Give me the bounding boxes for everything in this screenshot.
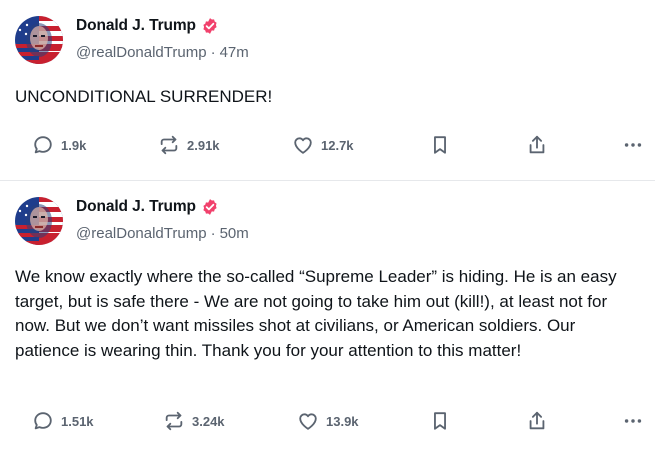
post[interactable]: Donald J. Trump @realDonaldTrump · 50m W…: [0, 181, 655, 456]
verified-badge-icon: [201, 17, 219, 35]
share-icon: [526, 134, 548, 156]
reply-button[interactable]: 1.9k: [32, 130, 86, 160]
repost-count: 2.91k: [187, 137, 220, 153]
reply-button[interactable]: 1.51k: [32, 406, 94, 436]
bookmark-icon: [429, 410, 451, 432]
post-text: We know exactly where the so-called “Sup…: [15, 267, 617, 360]
more-icon: [622, 410, 644, 432]
like-count: 12.7k: [321, 137, 354, 153]
handle-row: @realDonaldTrump · 50m: [76, 225, 249, 242]
repost-icon: [163, 410, 185, 432]
action-bar: 1.9k 2.91k 12.7k: [0, 130, 655, 160]
more-button[interactable]: [622, 130, 644, 160]
action-bar: 1.51k 3.24k 13.9k: [0, 406, 655, 436]
handle[interactable]: @realDonaldTrump: [76, 225, 207, 242]
separator: ·: [210, 225, 216, 242]
feed: Donald J. Trump @realDonaldTrump · 47m U…: [0, 0, 655, 456]
repost-button[interactable]: 2.91k: [158, 130, 220, 160]
avatar[interactable]: [15, 16, 63, 64]
heart-icon: [297, 410, 319, 432]
more-icon: [622, 134, 644, 156]
repost-icon: [158, 134, 180, 156]
share-button[interactable]: [526, 130, 548, 160]
post-text: UNCONDITIONAL SURRENDER!: [15, 87, 273, 106]
handle-row: @realDonaldTrump · 47m: [76, 44, 249, 61]
handle[interactable]: @realDonaldTrump: [76, 44, 207, 61]
reply-count: 1.51k: [61, 413, 94, 429]
share-icon: [526, 410, 548, 432]
post-meta: Donald J. Trump @realDonaldTrump · 47m: [76, 16, 249, 61]
bookmark-button[interactable]: [429, 406, 451, 436]
repost-button[interactable]: 3.24k: [163, 406, 225, 436]
bookmark-button[interactable]: [429, 130, 451, 160]
post-header: Donald J. Trump @realDonaldTrump · 47m: [15, 16, 249, 64]
avatar[interactable]: [15, 197, 63, 245]
like-count: 13.9k: [326, 413, 359, 429]
name-row: Donald J. Trump: [76, 197, 249, 217]
reply-icon: [32, 134, 54, 156]
name-row: Donald J. Trump: [76, 16, 249, 36]
separator: ·: [210, 44, 216, 61]
verified-badge-icon: [201, 198, 219, 216]
like-button[interactable]: 13.9k: [297, 406, 359, 436]
reply-icon: [32, 410, 54, 432]
reply-count: 1.9k: [61, 137, 87, 153]
post[interactable]: Donald J. Trump @realDonaldTrump · 47m U…: [0, 0, 655, 181]
timestamp[interactable]: 50m: [220, 225, 249, 242]
like-button[interactable]: 12.7k: [292, 130, 354, 160]
bookmark-icon: [429, 134, 451, 156]
timestamp[interactable]: 47m: [220, 44, 249, 61]
post-header: Donald J. Trump @realDonaldTrump · 50m: [15, 197, 249, 245]
more-button[interactable]: [622, 406, 644, 436]
post-meta: Donald J. Trump @realDonaldTrump · 50m: [76, 197, 249, 242]
heart-icon: [292, 134, 314, 156]
repost-count: 3.24k: [192, 413, 225, 429]
share-button[interactable]: [526, 406, 548, 436]
display-name[interactable]: Donald J. Trump: [76, 198, 196, 216]
display-name[interactable]: Donald J. Trump: [76, 17, 196, 35]
